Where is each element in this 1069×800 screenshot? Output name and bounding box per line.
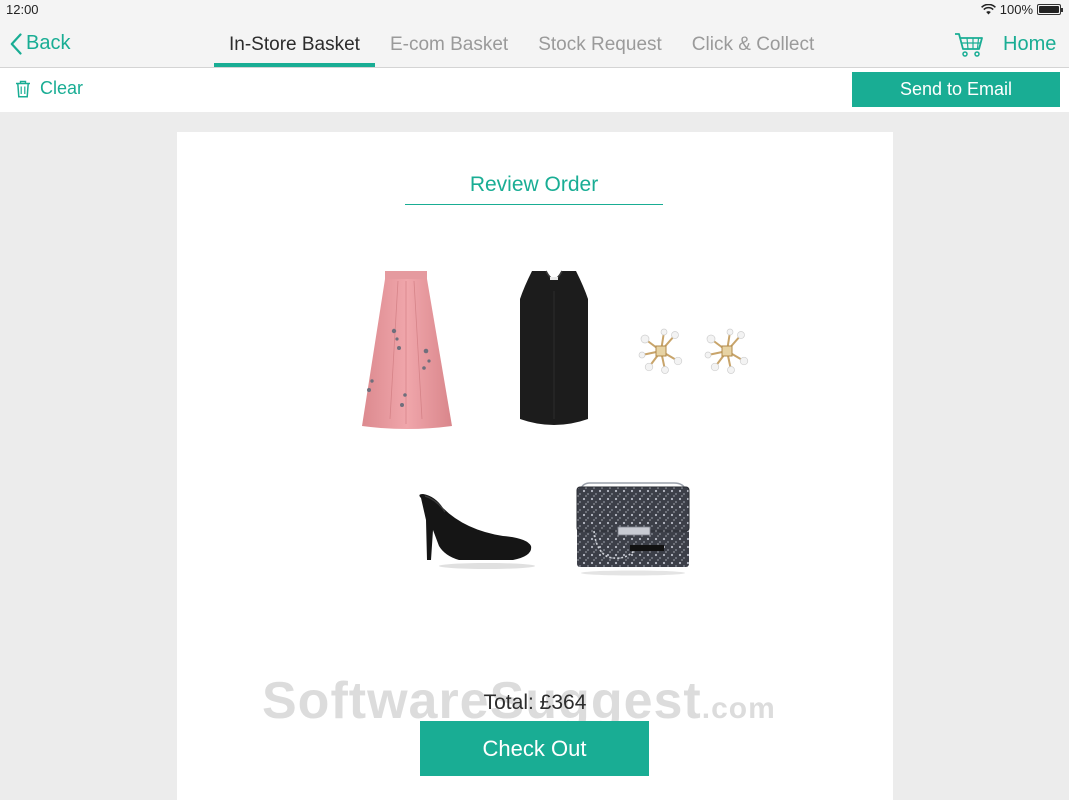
basket-tabs: In-Store Basket E-com Basket Stock Reque… <box>214 20 829 67</box>
battery-icon <box>1037 4 1063 15</box>
product-black-sleeveless-top[interactable] <box>518 269 590 429</box>
order-total: Total: £364 <box>483 691 587 714</box>
back-button[interactable]: Back <box>10 32 70 55</box>
clear-button[interactable]: Clear <box>15 78 83 99</box>
check-out-button[interactable]: Check Out <box>420 721 649 776</box>
chevron-left-icon <box>10 32 22 55</box>
back-label: Back <box>26 32 71 54</box>
tab-stock-request[interactable]: Stock Request <box>523 20 677 67</box>
status-time: 12:00 <box>6 2 39 17</box>
tab-click-and-collect[interactable]: Click & Collect <box>677 20 829 67</box>
tab-in-store-basket[interactable]: In-Store Basket <box>214 20 375 67</box>
shopping-cart-icon[interactable] <box>954 32 984 63</box>
review-order-card: Review Order SoftwareSuggest.com Total: … <box>177 132 893 800</box>
clear-label: Clear <box>40 78 84 98</box>
product-glitter-chain-clutch-bag[interactable] <box>574 481 692 577</box>
tab-ecom-basket[interactable]: E-com Basket <box>375 20 523 67</box>
navigation-bar: Back In-Store Basket E-com Basket Stock … <box>0 20 1069 68</box>
product-pearl-cluster-earrings[interactable] <box>637 326 751 376</box>
home-link[interactable]: Home <box>1003 33 1056 56</box>
battery-percent: 100% <box>999 2 1033 17</box>
status-bar: 12:00 100% <box>0 0 1069 20</box>
basket-toolbar: Clear Send to Email <box>0 68 1069 112</box>
wifi-icon <box>980 4 996 15</box>
status-indicators: 100% <box>980 2 1063 17</box>
battery-level <box>1039 6 1059 13</box>
send-to-email-button[interactable]: Send to Email <box>852 72 1060 107</box>
trash-icon <box>16 80 30 98</box>
product-black-suede-pump[interactable] <box>415 490 537 574</box>
product-pink-maxi-skirt[interactable] <box>360 269 455 429</box>
review-order-title: Review Order <box>405 173 663 205</box>
